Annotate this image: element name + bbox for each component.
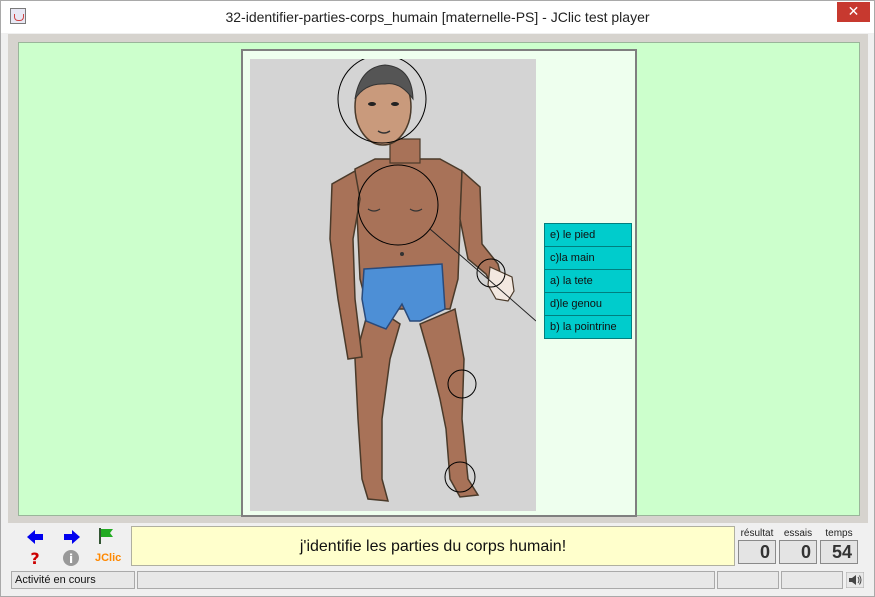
attempts-counter: 0 — [779, 540, 817, 564]
answer-item[interactable]: c)la main — [544, 246, 632, 270]
activity-area: e) le pied c)la main a) la tete d)le gen… — [8, 34, 868, 523]
question-icon[interactable]: ? — [26, 549, 44, 567]
time-counter: 54 — [820, 540, 858, 564]
status-cell-a — [717, 571, 779, 589]
activity-panel: e) le pied c)la main a) la tete d)le gen… — [241, 49, 637, 517]
arrow-left-icon[interactable] — [26, 528, 44, 546]
answer-list: e) le pied c)la main a) la tete d)le gen… — [544, 223, 632, 339]
control-bar: ? i JClic j'identifie les parties du cor… — [8, 523, 868, 569]
attempts-label: essais — [783, 528, 813, 539]
app-window: 32-identifier-parties-corps_humain [mate… — [0, 0, 875, 597]
arrow-right-icon[interactable] — [63, 528, 81, 546]
jclic-logo[interactable]: JClic — [95, 552, 121, 564]
close-button[interactable]: ✕ — [837, 2, 870, 22]
message-text: j'identifie les parties du corps humain! — [299, 538, 567, 555]
time-label: temps — [825, 528, 853, 539]
status-progress — [137, 571, 715, 589]
answer-item[interactable]: b) la pointrine — [544, 315, 632, 339]
svg-text:i: i — [69, 552, 73, 566]
answer-item[interactable]: e) le pied — [544, 223, 632, 247]
status-bar: Activité en cours — [8, 570, 868, 592]
score-counter: 0 — [738, 540, 776, 564]
answer-item[interactable]: a) la tete — [544, 269, 632, 293]
green-flag-icon[interactable] — [97, 527, 115, 545]
body-drawing-image — [250, 59, 536, 511]
status-cell-b — [781, 571, 843, 589]
title-bar: 32-identifier-parties-corps_humain [mate… — [1, 1, 874, 33]
speaker-icon[interactable] — [846, 572, 864, 588]
window-title: 32-identifier-parties-corps_humain [mate… — [225, 9, 650, 25]
message-box: j'identifie les parties du corps humain! — [131, 526, 735, 566]
svg-text:?: ? — [30, 549, 39, 567]
activity-background: e) le pied c)la main a) la tete d)le gen… — [18, 42, 860, 517]
info-icon[interactable]: i — [62, 549, 80, 567]
score-label: résultat — [740, 528, 774, 539]
answer-item[interactable]: d)le genou — [544, 292, 632, 316]
status-text: Activité en cours — [11, 571, 135, 589]
